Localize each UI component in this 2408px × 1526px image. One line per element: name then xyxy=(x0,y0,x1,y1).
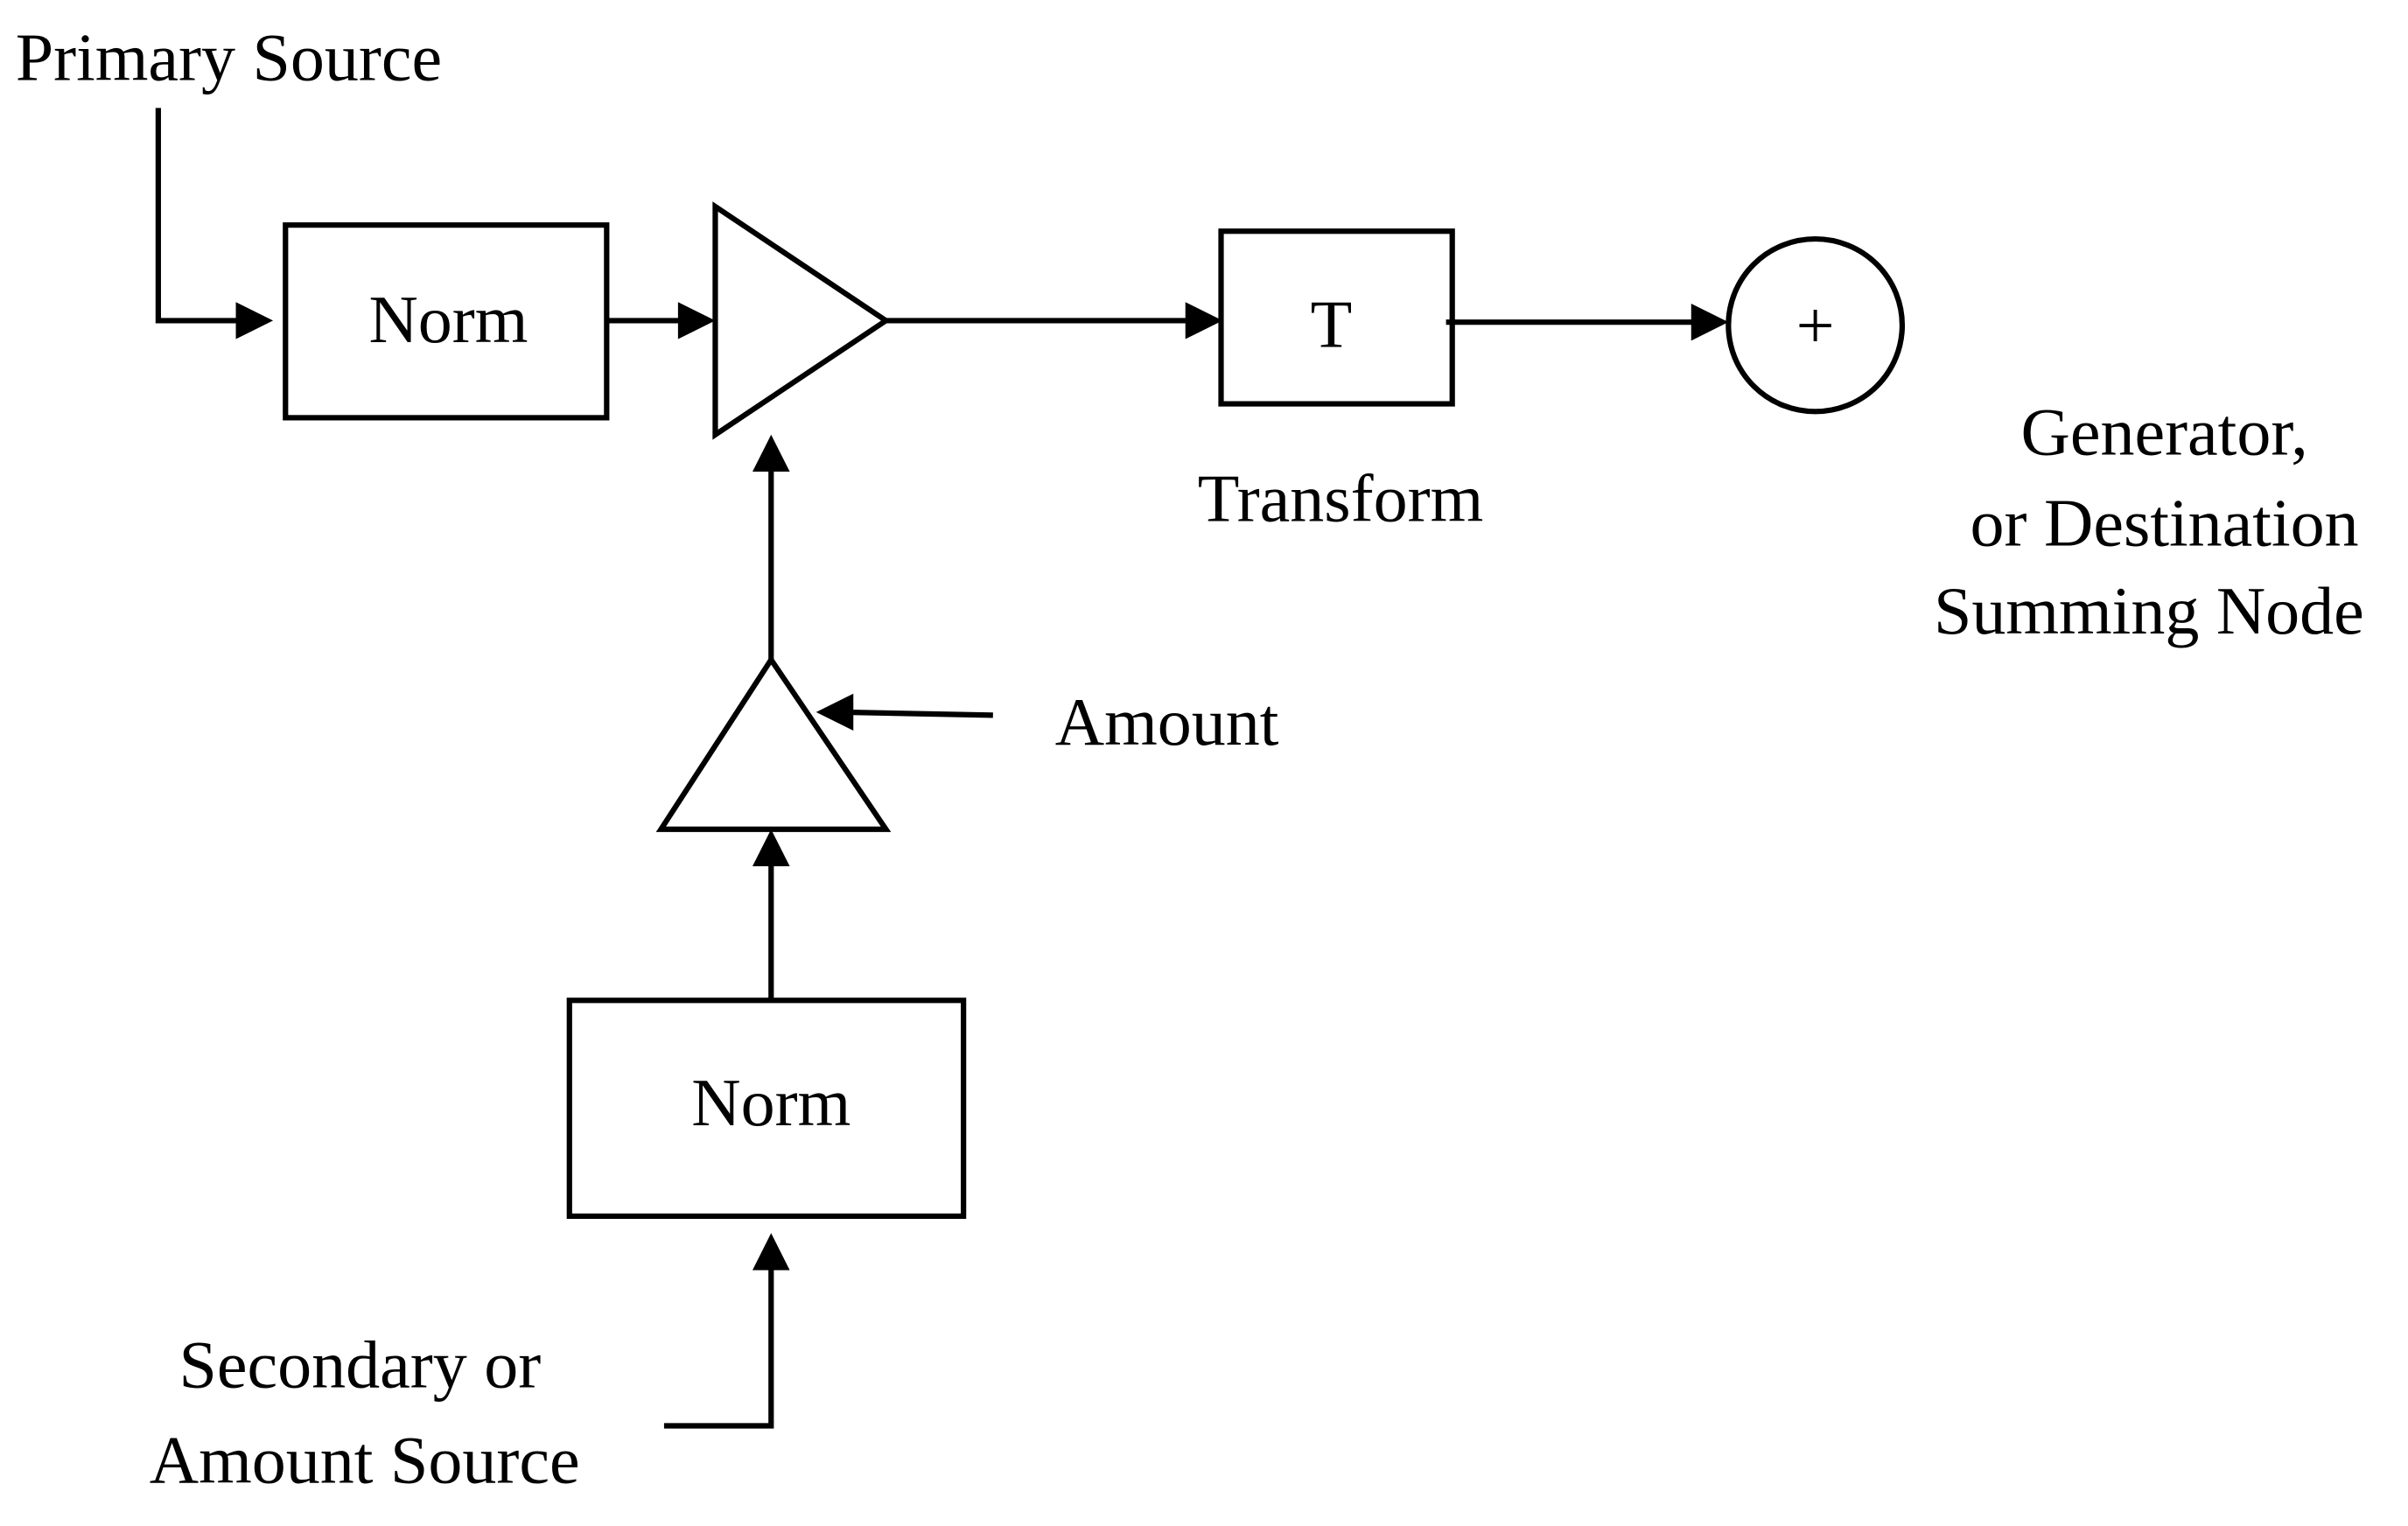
norm-secondary-label: Norm xyxy=(691,1065,850,1140)
arrowhead xyxy=(1185,302,1223,340)
multiplier-amplifier xyxy=(712,201,892,440)
primary-source-connector xyxy=(155,108,248,324)
amount-connector xyxy=(841,709,993,718)
amount-label: Amount xyxy=(1055,684,1279,760)
secondary-source-label-line2: Amount Source xyxy=(150,1423,580,1498)
transform-box-label: T xyxy=(1311,287,1353,362)
secondary-source-connector xyxy=(663,1257,774,1429)
arrowhead xyxy=(752,829,790,867)
arrowhead xyxy=(816,693,854,732)
destination-label-line1: Generator, xyxy=(2021,395,2308,470)
destination-label-line2: or Destination xyxy=(1970,486,2359,561)
amount-attenuator xyxy=(655,654,892,832)
transform-label: Transform xyxy=(1198,461,1484,536)
summing-node-symbol: + xyxy=(1796,288,1835,363)
destination-label-line3: Summing Node xyxy=(1934,573,2364,648)
modulation-block-diagram: Primary Source Norm T Transform + Genera… xyxy=(16,20,2364,1498)
arrowhead xyxy=(235,302,274,340)
arrowhead xyxy=(1690,304,1729,341)
norm-primary-label: Norm xyxy=(368,282,528,357)
arrowhead xyxy=(752,434,790,472)
arrowhead xyxy=(752,1233,790,1270)
secondary-source-label-line1: Secondary or xyxy=(179,1327,542,1403)
primary-source-label: Primary Source xyxy=(16,20,442,95)
arrowhead xyxy=(677,302,716,340)
